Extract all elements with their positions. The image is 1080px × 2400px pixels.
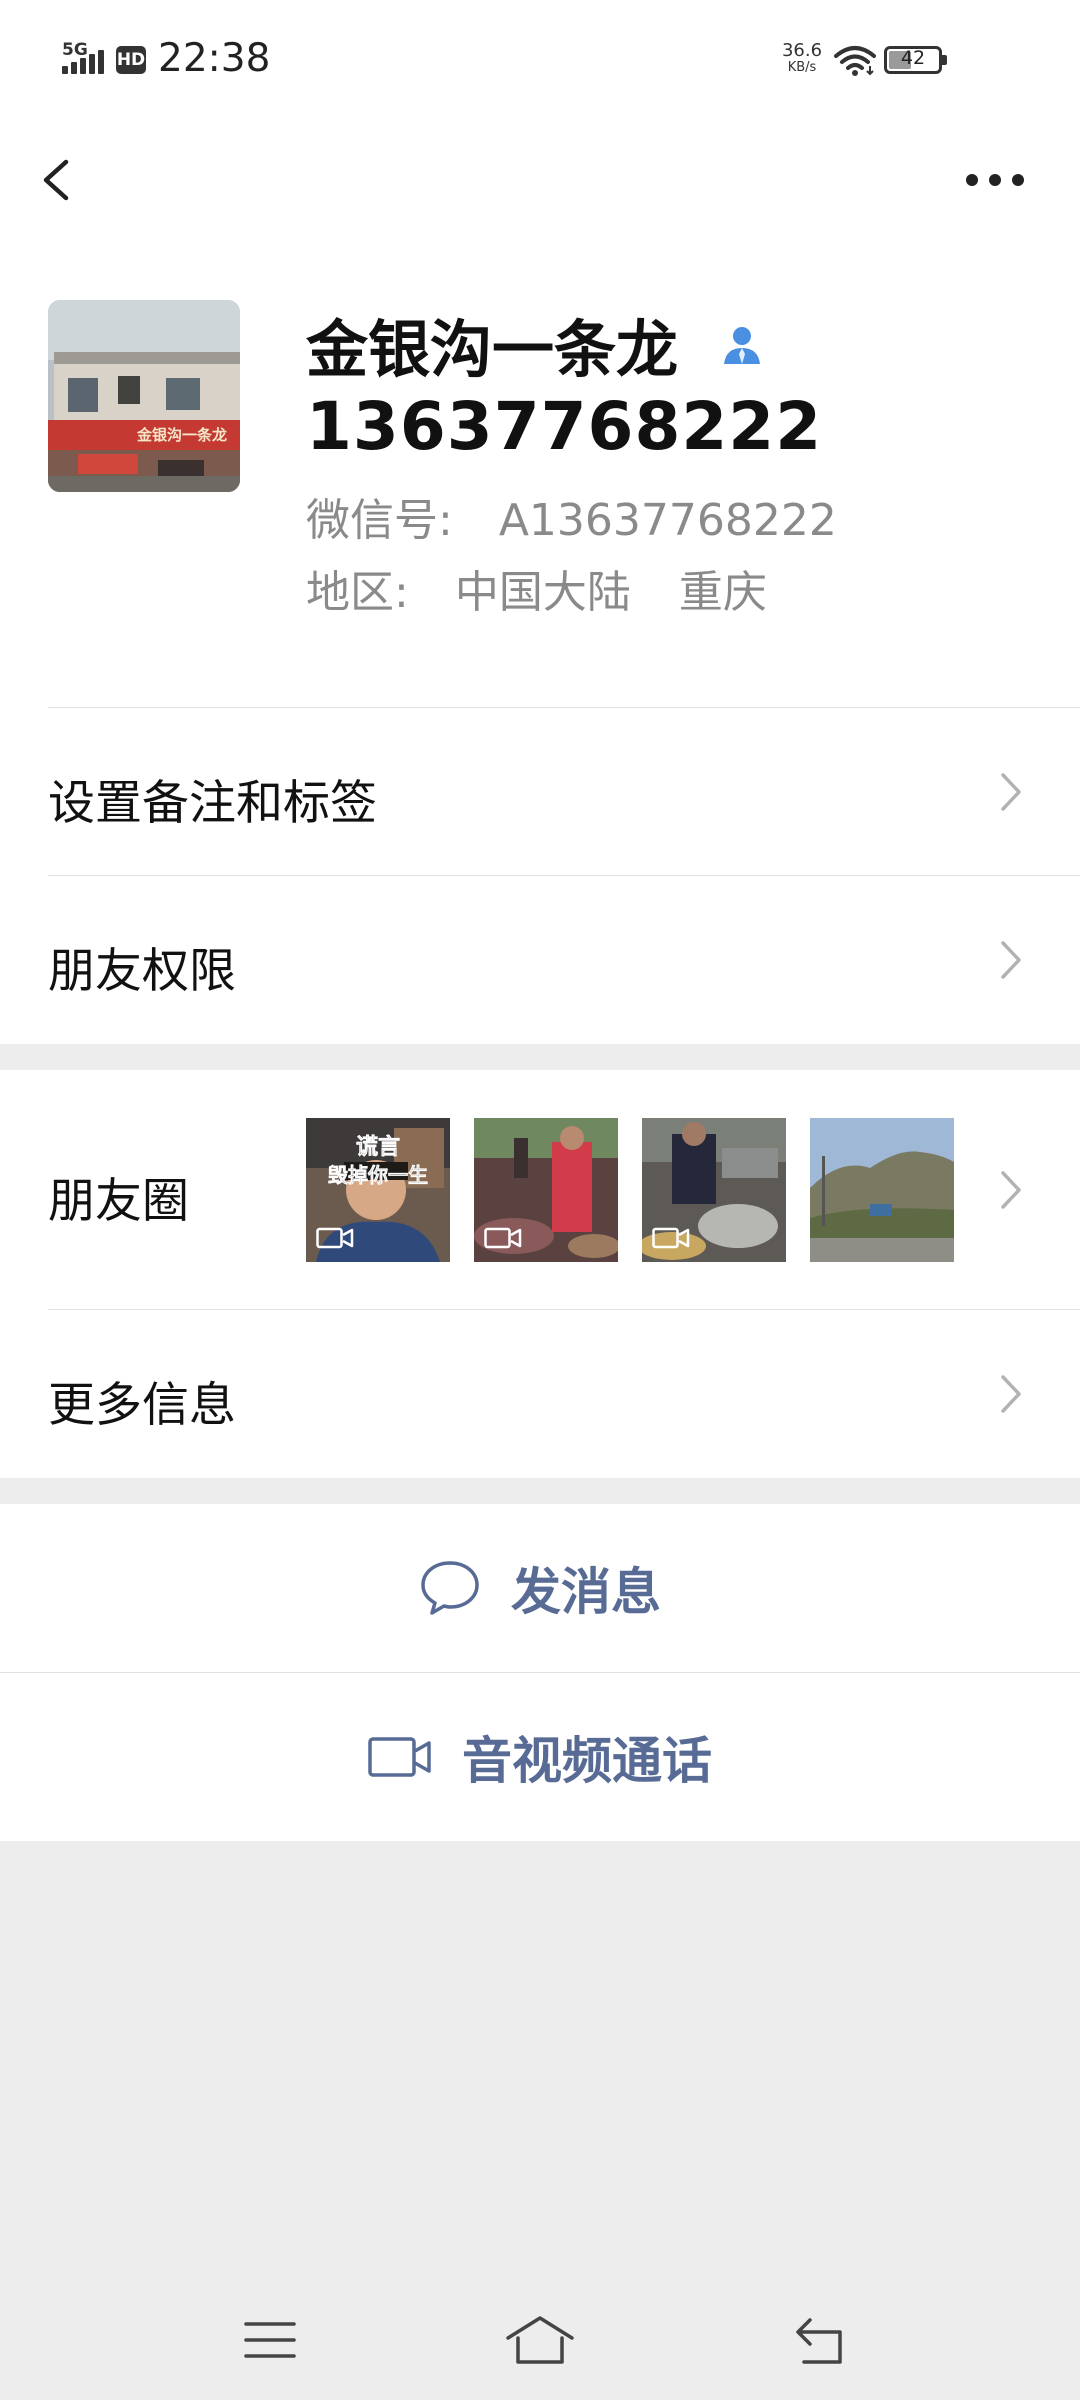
home-icon[interactable] — [504, 2310, 576, 2370]
avatar[interactable]: 金银沟一条龙 — [48, 300, 240, 492]
friend-permission-row[interactable]: 朋友权限 — [0, 876, 1080, 1044]
system-navigation-bar — [0, 2280, 1080, 2400]
status-bar: 5G HD 22:38 36.6 KB/s 42 — [0, 0, 1080, 120]
back-nav-icon[interactable] — [790, 2310, 850, 2370]
contact-profile-page: 5G HD 22:38 36.6 KB/s 42 金银沟一条龙 金银沟一条龙 1… — [0, 0, 1080, 2400]
send-message-button[interactable]: 发消息 — [0, 1504, 1080, 1672]
contact-phone: 13637768222 — [306, 388, 823, 465]
person-icon — [724, 327, 761, 364]
video-camera-icon — [484, 1227, 522, 1249]
moments-thumbnails: 谎言 毁掉你一生 — [306, 1118, 954, 1262]
friend-permission-label: 朋友权限 — [48, 944, 236, 999]
send-message-label: 发消息 — [511, 1563, 661, 1621]
more-info-label: 更多信息 — [48, 1378, 236, 1433]
chevron-right-icon — [1001, 1171, 1021, 1209]
status-time: 22:38 — [158, 36, 271, 81]
battery-level: 42 — [900, 47, 926, 69]
moment-thumbnail[interactable] — [642, 1118, 786, 1262]
wifi-icon — [834, 46, 876, 76]
region-line: 地区: 中国大陆 重庆 — [306, 556, 767, 620]
more-options-button[interactable] — [960, 160, 1030, 200]
cellular-signal-icon: 5G — [62, 40, 110, 74]
battery-icon: 42 — [884, 46, 947, 74]
moments-row[interactable]: 朋友圈 谎言 毁掉你一生 — [0, 1070, 1080, 1310]
moments-label: 朋友圈 — [48, 1174, 189, 1229]
network-type: 5G — [62, 40, 88, 60]
more-info-row[interactable]: 更多信息 — [0, 1310, 1080, 1478]
moment-thumbnail[interactable]: 谎言 毁掉你一生 — [306, 1118, 450, 1262]
nav-bar — [0, 120, 1080, 240]
back-button[interactable] — [28, 148, 88, 212]
name-row: 金银沟一条龙 — [306, 304, 764, 386]
chevron-right-icon — [1001, 941, 1021, 979]
moment-caption-line1: 谎言 — [356, 1134, 400, 1160]
region-city: 重庆 — [678, 567, 767, 618]
set-remark-row[interactable]: 设置备注和标签 — [0, 708, 1080, 876]
moment-caption-line2: 毁掉你一生 — [328, 1163, 428, 1187]
menu-icon[interactable] — [240, 2310, 300, 2370]
network-speed-unit: KB/s — [787, 60, 817, 75]
contact-name: 金银沟一条龙 — [306, 313, 679, 386]
profile-header: 金银沟一条龙 金银沟一条龙 13637768222 微信号: A136377682… — [0, 240, 1080, 708]
moment-thumbnail[interactable] — [810, 1118, 954, 1262]
avatar-sign-text: 金银沟一条龙 — [136, 426, 227, 444]
moment-thumbnail[interactable] — [474, 1118, 618, 1262]
wechat-id-value: A13637768222 — [498, 495, 837, 546]
network-speed: 36.6 KB/s — [780, 42, 824, 76]
region-country: 中国大陆 — [454, 567, 631, 618]
region-label: 地区: — [306, 567, 409, 618]
chevron-right-icon — [1001, 773, 1021, 811]
av-call-button[interactable]: 音视频通话 — [0, 1673, 1080, 1841]
network-speed-value: 36.6 — [781, 40, 823, 61]
moment-photo-landscape — [810, 1118, 954, 1262]
chevron-right-icon — [1001, 1375, 1021, 1413]
wechat-id-line: 微信号: A13637768222 — [306, 484, 837, 548]
wechat-id-label: 微信号: — [306, 495, 453, 546]
set-remark-label: 设置备注和标签 — [48, 776, 377, 831]
chat-bubble-icon — [421, 1561, 479, 1615]
hd-badge: HD — [116, 46, 146, 74]
video-camera-icon — [316, 1227, 354, 1249]
av-call-label: 音视频通话 — [462, 1732, 712, 1790]
video-call-icon — [368, 1737, 431, 1777]
video-camera-icon — [652, 1227, 690, 1249]
